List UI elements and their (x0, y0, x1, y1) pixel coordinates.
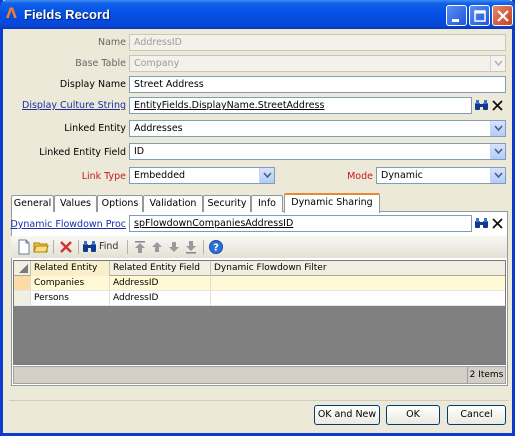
tab-info[interactable]: Info (251, 195, 283, 212)
dynamic-flowdown-proc-link[interactable]: Dynamic Flowdown Proc (3, 219, 126, 230)
move-down-icon[interactable] (166, 239, 182, 255)
dynamic-flowdown-proc-value: spFlowdownCompaniesAddressID (134, 218, 294, 229)
linked-entity-value: Addresses (134, 123, 183, 134)
binoculars-icon (83, 241, 96, 252)
column-header-related-entity[interactable]: Related Entity (31, 261, 110, 276)
ok-and-new-label: OK and New (317, 409, 377, 420)
app-logo-icon: Λ (6, 6, 17, 22)
display-name-label: Display Name (59, 79, 126, 90)
related-entity-field-cell[interactable]: AddressID (110, 276, 211, 291)
display-name-input[interactable]: Street Address (129, 76, 506, 93)
name-field: AddressID (129, 34, 506, 51)
display-culture-string-input[interactable]: EntityFields.DisplayName.StreetAddress (129, 97, 472, 114)
chevron-down-icon[interactable] (490, 168, 505, 183)
table-row[interactable]: Companies AddressID (14, 276, 505, 291)
base-table-label: Base Table (75, 58, 126, 69)
find-button[interactable]: Find (83, 239, 123, 255)
tab-values[interactable]: Values (54, 195, 97, 212)
binoculars-icon[interactable] (474, 216, 489, 231)
close-window-button[interactable] (492, 5, 513, 26)
table-row[interactable]: Persons AddressID (14, 291, 505, 306)
chevron-down-icon[interactable] (490, 121, 505, 136)
title-bar[interactable]: Λ Fields Record (0, 0, 515, 29)
close-icon (497, 10, 509, 22)
linked-entity-field-label: Linked Entity Field (39, 147, 126, 158)
minimize-button[interactable] (446, 5, 467, 26)
row-selector[interactable] (14, 291, 31, 306)
display-culture-string-link[interactable]: Display Culture String (3, 100, 126, 111)
grid-toolbar: Find ? (11, 236, 507, 258)
related-entities-grid[interactable]: Related Entity Related Entity Field Dyna… (13, 260, 506, 365)
toolbar-separator (203, 240, 204, 254)
mode-value: Dynamic (381, 170, 423, 181)
minimize-icon (452, 19, 459, 22)
desktop-background (515, 0, 528, 436)
link-type-value: Embedded (134, 170, 186, 181)
linked-entity-label: Linked Entity (64, 123, 126, 134)
fields-record-window: Λ Fields Record Name AddressID Base Tabl… (0, 0, 515, 436)
clear-icon[interactable] (490, 98, 505, 113)
clear-icon[interactable] (490, 216, 505, 231)
new-icon[interactable] (16, 239, 32, 255)
tab-options[interactable]: Options (97, 195, 143, 212)
open-icon[interactable] (33, 239, 49, 255)
binoculars-icon[interactable] (474, 98, 489, 113)
toolbar-separator (127, 240, 128, 254)
mode-label: Mode (347, 171, 373, 182)
maximize-button[interactable] (469, 5, 490, 26)
base-table-value: Company (134, 58, 180, 69)
window-title: Fields Record (24, 7, 110, 22)
column-header-dynamic-flowdown-filter[interactable]: Dynamic Flowdown Filter (211, 261, 505, 276)
help-icon[interactable]: ? (208, 239, 224, 255)
move-top-icon[interactable] (132, 239, 148, 255)
item-count: 2 Items (467, 367, 505, 383)
related-entity-cell[interactable]: Companies (31, 276, 110, 291)
display-culture-string-value: EntityFields.DisplayName.StreetAddress (134, 100, 325, 111)
related-entity-cell[interactable]: Persons (31, 291, 110, 306)
tab-validation[interactable]: Validation (143, 195, 203, 212)
linked-entity-field-value: ID (134, 146, 145, 157)
ok-label: OK (406, 409, 420, 420)
mode-select[interactable]: Dynamic (376, 167, 506, 184)
base-table-select: Company (129, 55, 506, 72)
corner-triangle-icon (19, 264, 28, 273)
move-bottom-icon[interactable] (183, 239, 199, 255)
link-type-label: Link Type (81, 171, 126, 182)
tab-security[interactable]: Security (203, 195, 251, 212)
delete-icon[interactable] (58, 239, 74, 255)
name-label: Name (97, 37, 126, 48)
chevron-down-icon (490, 56, 505, 71)
find-label: Find (99, 241, 119, 252)
grid-status-bar: 2 Items (13, 366, 506, 384)
grid-header: Related Entity Related Entity Field Dyna… (14, 261, 505, 276)
linked-entity-select[interactable]: Addresses (129, 120, 506, 137)
maximize-icon (474, 10, 486, 22)
ok-and-new-button[interactable]: OK and New (314, 405, 380, 425)
dynamic-flowdown-filter-cell[interactable] (211, 276, 505, 291)
toolbar-separator (53, 240, 54, 254)
dynamic-flowdown-filter-cell[interactable] (211, 291, 505, 306)
column-header-related-entity-field[interactable]: Related Entity Field (110, 261, 211, 276)
footer-divider (9, 400, 509, 401)
header-corner (14, 261, 31, 276)
cancel-label: Cancel (460, 409, 493, 420)
ok-button[interactable]: OK (386, 405, 440, 425)
svg-text:?: ? (213, 243, 219, 254)
linked-entity-field-select[interactable]: ID (129, 143, 506, 160)
cancel-button[interactable]: Cancel (447, 405, 506, 425)
related-entity-field-cell[interactable]: AddressID (110, 291, 211, 306)
move-up-icon[interactable] (149, 239, 165, 255)
dynamic-flowdown-proc-input[interactable]: spFlowdownCompaniesAddressID (129, 215, 472, 232)
tab-general[interactable]: General (11, 195, 54, 212)
row-selector[interactable] (14, 276, 31, 291)
tab-dynamic-sharing[interactable]: Dynamic Sharing (284, 193, 380, 213)
toolbar-separator (78, 240, 79, 254)
chevron-down-icon[interactable] (490, 144, 505, 159)
